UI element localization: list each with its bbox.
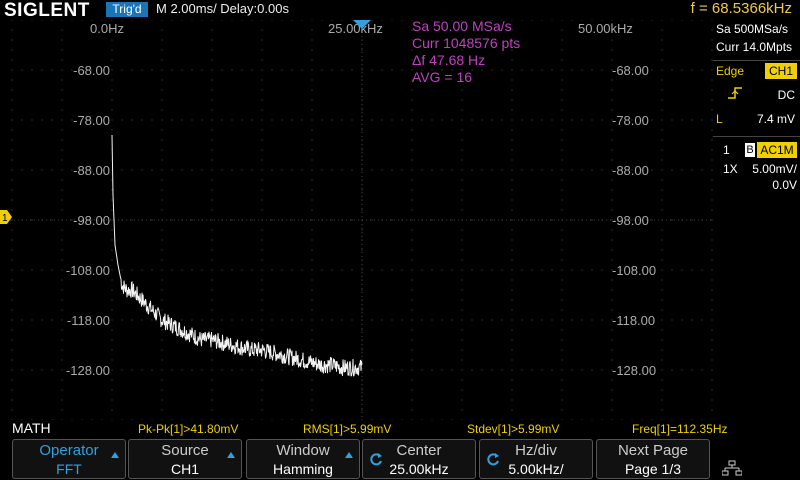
softkey-next-page[interactable]: Next Page Page 1/3 <box>596 439 710 479</box>
right-info-panel: Sa 500MSa/s Curr 14.0Mpts Edge CH1 DC L … <box>713 20 800 420</box>
y-axis-label-right: -108.00 <box>612 263 656 278</box>
trigger-level-label: L <box>716 112 723 126</box>
softkey-value: Hamming <box>273 461 333 477</box>
y-axis-label-right: -88.00 <box>612 163 649 178</box>
channel-offset: 0.0V <box>772 178 797 192</box>
divider <box>713 60 800 61</box>
trigger-level-value: 7.4 mV <box>756 112 795 126</box>
y-axis-label-right: -68.00 <box>612 63 649 78</box>
fft-display[interactable]: 0.0Hz 25.00kHz 50.00kHz Sa 50.00 MSa/s C… <box>10 20 714 420</box>
acq-sample-rate: Sa 500MSa/s <box>716 22 789 36</box>
siglent-logo: SIGLENT <box>4 0 90 21</box>
divider <box>713 136 800 137</box>
y-axis-label-left: -118.00 <box>67 313 110 328</box>
softkey-center[interactable]: Center 25.00kHz <box>362 439 476 479</box>
softkey-window[interactable]: Window Hamming <box>246 439 360 479</box>
freq-start-label: 0.0Hz <box>90 21 124 36</box>
channel-coupling-badge: AC1M <box>757 142 797 158</box>
measure-stdev: Stdev[1]>5.99mV <box>467 422 560 436</box>
measure-freq: Freq[1]=112.35Hz <box>632 422 728 436</box>
fft-sample-rate: Sa 50.00 MSa/s <box>412 20 512 34</box>
freq-center-label: 25.00kHz <box>328 21 383 36</box>
y-axis-label-left: -88.00 <box>73 163 110 178</box>
y-axis-label-left: -68.00 <box>73 63 110 78</box>
y-axis-label-right: -98.00 <box>612 213 649 228</box>
trigger-source-badge: CH1 <box>765 63 797 79</box>
softkey-operator[interactable]: Operator FFT <box>12 439 126 479</box>
y-axis-label-left: -98.00 <box>73 213 110 228</box>
y-axis-label-left: -78.00 <box>73 113 110 128</box>
arrow-up-icon <box>345 452 353 458</box>
frequency-counter-readout: f = 68.5366kHz <box>690 0 792 17</box>
bandwidth-limit-flag: B <box>745 143 755 157</box>
fft-delta-f: Δf 47.68 Hz <box>412 52 485 68</box>
rising-edge-icon <box>728 87 742 99</box>
softkey-label: Window <box>276 442 330 459</box>
channel-1-offset-marker[interactable]: 1 <box>0 210 12 224</box>
measurement-bar: Pk-Pk[1]>41.80mV RMS[1]>5.99mV Stdev[1]>… <box>0 420 800 438</box>
y-axis-label-right: -128.00 <box>612 363 656 378</box>
softkey-hz-per-div[interactable]: Hz/div 5.00kHz/ <box>479 439 593 479</box>
fft-points: Curr 1048576 pts <box>412 35 520 51</box>
softkey-value: FFT <box>56 461 82 477</box>
channel-1-info-box[interactable]: 1 B AC1M 1X 5.00mV/ 0.0V <box>713 140 800 196</box>
y-axis-label-right: -118.00 <box>612 313 655 328</box>
trigger-coupling: DC <box>777 88 795 102</box>
y-axis-label-left: -108.00 <box>66 263 110 278</box>
arrow-up-icon <box>227 452 235 458</box>
network-icon <box>722 460 742 476</box>
trigger-type: Edge <box>716 64 745 78</box>
trigger-info-box[interactable]: Edge CH1 DC L 7.4 mV <box>713 62 800 132</box>
y-axis-label-right: -78.00 <box>612 113 649 128</box>
softkey-label: Next Page <box>617 442 689 459</box>
volts-per-div: 5.00mV/ <box>752 162 797 176</box>
y-axis-label-left: -128.00 <box>66 363 110 378</box>
math-menu-title: MATH <box>12 420 51 436</box>
softkey-value: CH1 <box>170 461 199 477</box>
softkey-source[interactable]: Source CH1 <box>128 439 242 479</box>
rotary-knob-icon <box>370 453 382 466</box>
measure-rms: RMS[1]>5.99mV <box>303 422 392 436</box>
timebase-readout[interactable]: M 2.00ms/ Delay:0.00s <box>156 1 289 16</box>
freq-end-label: 50.00kHz <box>578 21 633 36</box>
probe-attenuation: 1X <box>723 162 738 176</box>
svg-text:1: 1 <box>2 213 8 224</box>
acq-memory-depth: Curr 14.0Mpts <box>716 40 793 54</box>
channel-number: 1 <box>723 143 730 157</box>
arrow-up-icon <box>111 452 119 458</box>
softkey-value: Page 1/3 <box>624 461 682 477</box>
fft-average: AVG = 16 <box>412 69 472 85</box>
softkey-label: Source <box>161 442 209 459</box>
softkey-label: Operator <box>39 442 99 459</box>
rotary-knob-icon <box>487 453 499 466</box>
measure-pkpk: Pk-Pk[1]>41.80mV <box>138 422 239 436</box>
trigger-status-badge: Trig'd <box>106 2 148 17</box>
